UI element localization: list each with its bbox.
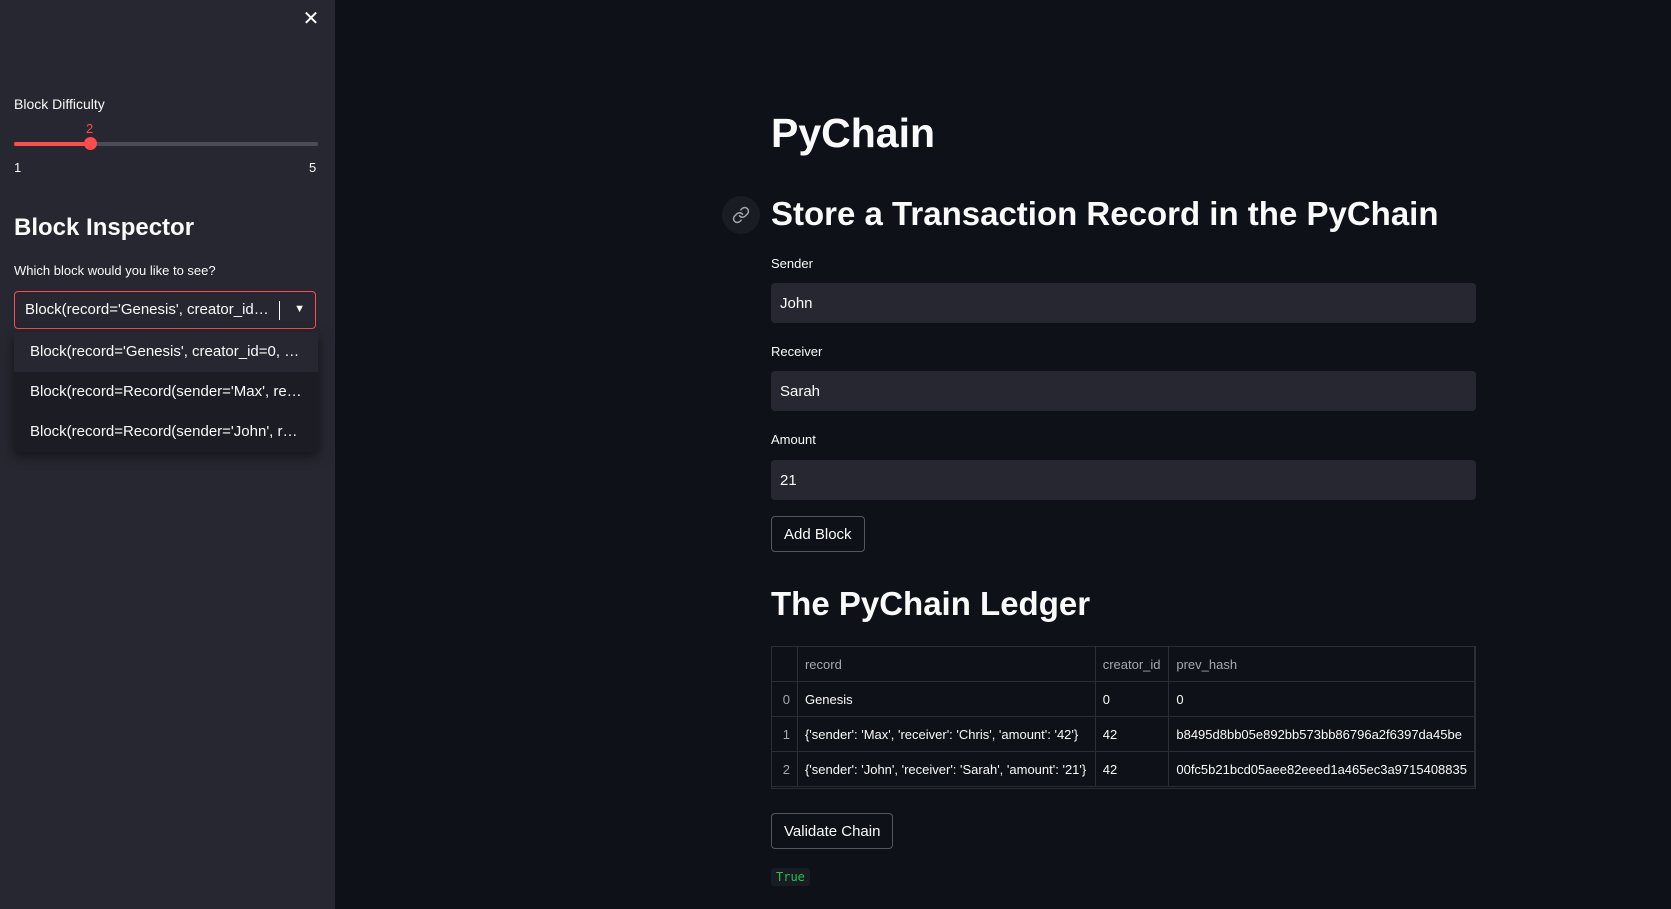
table-cell[interactable]: {'sender': 'Max', 'receiver': 'Chris', '… bbox=[797, 716, 1096, 752]
table-cell[interactable]: 42 bbox=[1095, 751, 1170, 787]
table-cell[interactable]: 00fc5b21bcd05aee82eeed1a465ec3a971540883… bbox=[1168, 751, 1475, 787]
amount-label: Amount bbox=[771, 432, 816, 447]
block-inspector-title: Block Inspector bbox=[14, 214, 195, 241]
block-select-value: Block(record='Genesis', creator_id=0, pr… bbox=[25, 301, 275, 318]
table-header-cell[interactable]: prev_hash bbox=[1168, 647, 1475, 682]
table-header-row: record creator_id prev_hash bbox=[772, 647, 1475, 682]
sender-input[interactable] bbox=[771, 283, 1476, 323]
table-header-cell[interactable]: creator_id bbox=[1095, 647, 1170, 682]
slider-thumb[interactable] bbox=[84, 137, 97, 150]
slider-min-label: 1 bbox=[14, 160, 22, 175]
add-block-button[interactable]: Add Block bbox=[771, 516, 865, 552]
slider-label: Block Difficulty bbox=[14, 96, 105, 112]
page-title: PyChain bbox=[771, 110, 936, 156]
slider-value: 2 bbox=[86, 121, 94, 136]
dropdown-option[interactable]: Block(record=Record(sender='John', recei… bbox=[14, 412, 318, 452]
table-row: 1 {'sender': 'Max', 'receiver': 'Chris',… bbox=[772, 716, 1475, 752]
sender-label: Sender bbox=[771, 256, 813, 271]
table-cell[interactable]: Genesis bbox=[797, 681, 1096, 717]
dropdown-option[interactable]: Block(record='Genesis', creator_id=0, pr… bbox=[14, 332, 318, 372]
table-header-cell[interactable]: record bbox=[797, 647, 1096, 682]
ledger-title: The PyChain Ledger bbox=[771, 585, 1091, 622]
block-select[interactable]: Block(record='Genesis', creator_id=0, pr… bbox=[14, 291, 316, 329]
table-cell[interactable]: 42 bbox=[1095, 716, 1170, 752]
block-select-label: Which block would you like to see? bbox=[14, 263, 216, 278]
table-header-cell bbox=[772, 647, 798, 682]
block-select-dropdown: Block(record='Genesis', creator_id=0, pr… bbox=[14, 332, 318, 452]
amount-input[interactable] bbox=[771, 460, 1476, 500]
validate-chain-button[interactable]: Validate Chain bbox=[771, 813, 894, 849]
chevron-down-icon[interactable]: ▼ bbox=[294, 303, 305, 315]
table-row: 2 {'sender': 'John', 'receiver': 'Sarah'… bbox=[772, 751, 1475, 787]
form-section-title: Store a Transaction Record in the PyChai… bbox=[771, 195, 1439, 232]
row-index: 1 bbox=[772, 716, 798, 752]
table-row: 0 Genesis 0 0 bbox=[772, 681, 1475, 717]
table-cell[interactable]: {'sender': 'John', 'receiver': 'Sarah', … bbox=[797, 751, 1096, 787]
receiver-input[interactable] bbox=[771, 371, 1476, 411]
slider-fill bbox=[14, 142, 90, 146]
table-cell[interactable]: 0 bbox=[1095, 681, 1170, 717]
row-index: 2 bbox=[772, 751, 798, 787]
dropdown-option[interactable]: Block(record=Record(sender='Max', receiv… bbox=[14, 372, 318, 412]
table-cell[interactable]: 0 bbox=[1168, 681, 1475, 717]
sidebar: ✕ Block Difficulty 2 1 5 Block Inspector… bbox=[0, 0, 335, 909]
link-icon[interactable] bbox=[722, 196, 760, 234]
text-cursor bbox=[279, 301, 280, 320]
difficulty-slider[interactable] bbox=[14, 137, 318, 150]
validation-result: True bbox=[771, 868, 810, 886]
row-index: 0 bbox=[772, 681, 798, 717]
receiver-label: Receiver bbox=[771, 344, 823, 359]
table-cell[interactable]: b8495d8bb05e892bb573bb86796a2f6397da45be bbox=[1168, 716, 1475, 752]
close-sidebar-icon[interactable]: ✕ bbox=[300, 8, 322, 30]
slider-max-label: 5 bbox=[309, 160, 317, 175]
ledger-table[interactable]: record creator_id prev_hash 0 Genesis 0 … bbox=[771, 646, 1476, 789]
